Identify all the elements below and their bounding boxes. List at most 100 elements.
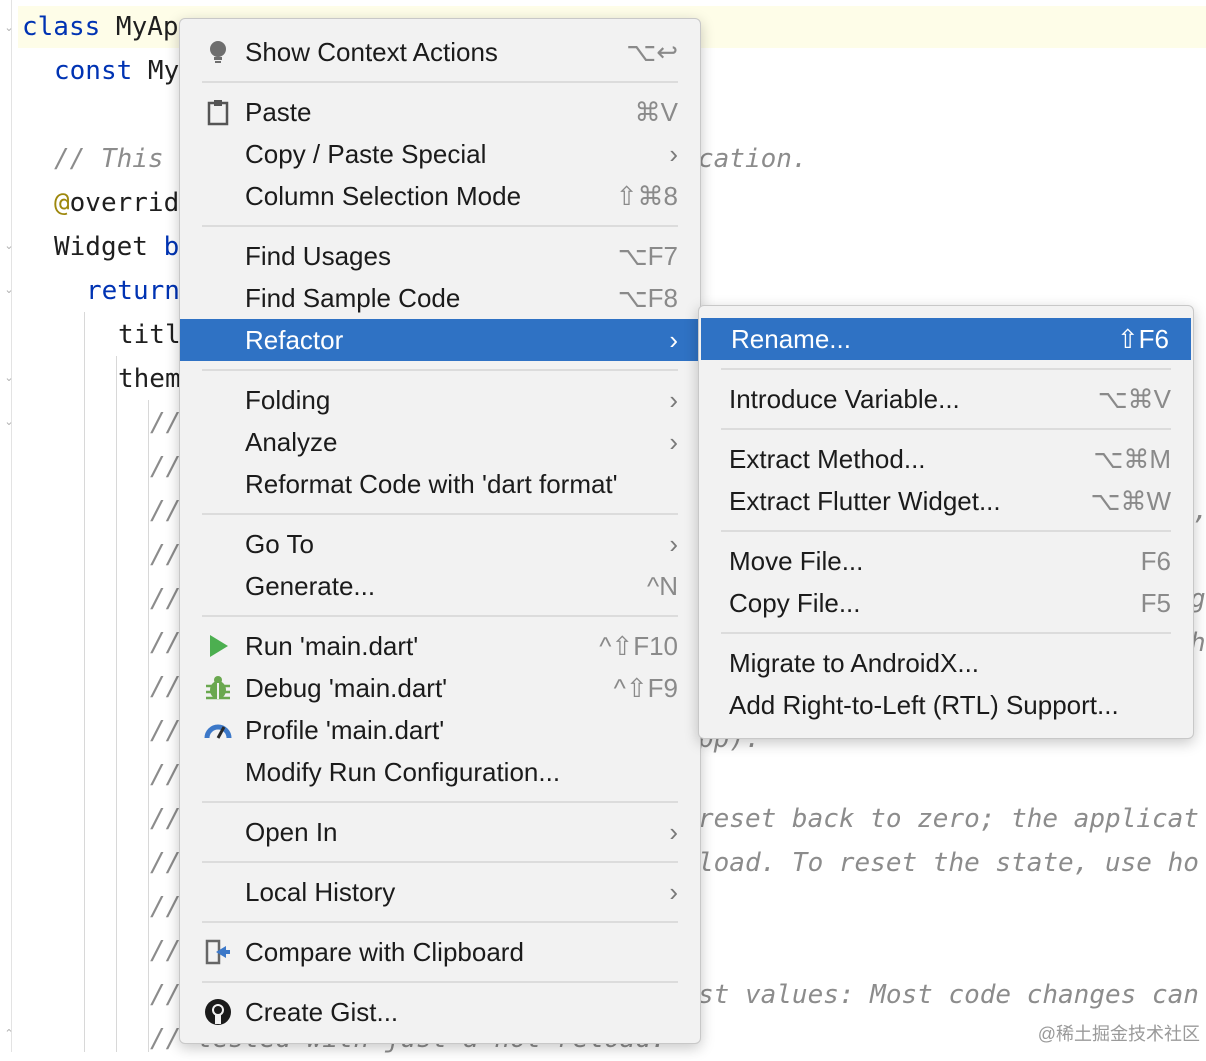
code-line: class MyAp	[22, 12, 179, 42]
menu-item-shortcut: ⇧F6	[1116, 324, 1169, 354]
chevron-right-icon: ›	[669, 877, 678, 907]
menu-item-label: Paste	[245, 97, 312, 127]
fold-icon[interactable]: ⌄	[3, 372, 15, 384]
menu-item-run[interactable]: Run 'main.dart' ^⇧F10	[180, 625, 700, 667]
menu-item-create-gist[interactable]: Create Gist...	[180, 991, 700, 1033]
menu-item-show-context-actions[interactable]: Show Context Actions ⌥↩	[180, 31, 700, 73]
fold-icon[interactable]: ⌄	[3, 240, 15, 252]
menu-item-local-history[interactable]: Local History ›	[180, 871, 700, 913]
code-comment: //	[150, 716, 182, 746]
menu-separator	[202, 225, 678, 227]
chevron-right-icon: ›	[669, 817, 678, 847]
menu-item-label: Extract Method...	[729, 444, 926, 474]
menu-item-label: Profile 'main.dart'	[245, 715, 445, 745]
menu-item-label: Show Context Actions	[245, 37, 498, 67]
menu-item-shortcut: ⌥F7	[617, 241, 678, 271]
fold-icon[interactable]: ⌃	[3, 1028, 15, 1040]
menu-item-go-to[interactable]: Go To ›	[180, 523, 700, 565]
run-icon	[210, 635, 228, 657]
code-comment-fragment: st values: Most code changes can	[698, 980, 1199, 1010]
refactor-submenu: Rename... ⇧F6 Introduce Variable... ⌥⌘V …	[698, 305, 1194, 739]
code-comment: //	[150, 408, 182, 438]
menu-item-debug[interactable]: Debug 'main.dart' ^⇧F9	[180, 667, 700, 709]
menu-item-label: Rename...	[731, 324, 851, 354]
menu-item-generate[interactable]: Generate... ^N	[180, 565, 700, 607]
menu-item-label: Reformat Code with 'dart format'	[245, 469, 618, 499]
menu-separator	[202, 981, 678, 983]
menu-item-label: Analyze	[245, 427, 338, 457]
chevron-right-icon: ›	[669, 325, 678, 355]
menu-item-shortcut: ⌥⌘V	[1097, 384, 1171, 414]
menu-item-shortcut: ⌥↩	[626, 37, 678, 67]
submenu-item-introduce-variable[interactable]: Introduce Variable... ⌥⌘V	[699, 378, 1193, 420]
code-line: Widget b	[54, 232, 180, 262]
menu-separator	[202, 861, 678, 863]
debug-icon	[206, 676, 230, 700]
menu-item-label: Compare with Clipboard	[245, 937, 524, 967]
menu-separator	[721, 632, 1171, 634]
menu-item-label: Run 'main.dart'	[245, 631, 419, 661]
menu-item-label: Move File...	[729, 546, 864, 576]
menu-item-modify-run-configuration[interactable]: Modify Run Configuration...	[180, 751, 700, 793]
menu-item-label: Generate...	[245, 571, 376, 601]
github-icon	[205, 999, 231, 1025]
code-comment: //	[150, 892, 182, 922]
menu-item-shortcut: ⌥⌘W	[1090, 486, 1171, 516]
editor-gutter: ⌄ ⌄ ⌄ ⌄ ⌄ ⌃	[0, 0, 18, 1052]
fold-icon[interactable]: ⌄	[3, 416, 15, 428]
code-line: them	[118, 364, 181, 394]
chevron-right-icon: ›	[669, 427, 678, 457]
menu-item-label: Modify Run Configuration...	[245, 757, 561, 787]
menu-item-shortcut: ⌘V	[634, 97, 678, 127]
submenu-item-add-rtl-support[interactable]: Add Right-to-Left (RTL) Support...	[699, 684, 1193, 726]
chevron-right-icon: ›	[669, 385, 678, 415]
menu-item-label: Go To	[245, 529, 314, 559]
submenu-item-migrate-androidx[interactable]: Migrate to AndroidX...	[699, 642, 1193, 684]
code-comment: // This	[54, 144, 164, 174]
submenu-item-extract-flutter-widget[interactable]: Extract Flutter Widget... ⌥⌘W	[699, 480, 1193, 522]
menu-item-open-in[interactable]: Open In ›	[180, 811, 700, 853]
code-comment-fragment: reset back to zero; the applicat	[698, 804, 1199, 834]
menu-item-label: Introduce Variable...	[729, 384, 960, 414]
code-line: return	[86, 276, 180, 306]
submenu-item-extract-method[interactable]: Extract Method... ⌥⌘M	[699, 438, 1193, 480]
indent-guide	[148, 400, 149, 1052]
menu-item-reformat-code[interactable]: Reformat Code with 'dart format'	[180, 463, 700, 505]
menu-item-paste[interactable]: Paste ⌘V	[180, 91, 700, 133]
code-comment-fragment: load. To reset the state, use ho	[698, 848, 1199, 878]
menu-item-label: Migrate to AndroidX...	[729, 648, 980, 678]
code-comment: //	[150, 584, 182, 614]
menu-item-analyze[interactable]: Analyze ›	[180, 421, 700, 463]
code-comment: //	[150, 452, 182, 482]
menu-item-shortcut: F6	[1140, 546, 1171, 576]
editor-context-menu: Show Context Actions ⌥↩ Paste ⌘V Copy / …	[179, 18, 701, 1044]
bulb-icon	[210, 41, 226, 63]
menu-item-label: Refactor	[245, 325, 344, 355]
menu-item-refactor[interactable]: Refactor ›	[180, 319, 700, 361]
code-comment: //	[150, 848, 182, 878]
submenu-item-copy-file[interactable]: Copy File... F5	[699, 582, 1193, 624]
menu-item-folding[interactable]: Folding ›	[180, 379, 700, 421]
code-line: @overrid	[54, 188, 180, 218]
menu-item-copy-paste-special[interactable]: Copy / Paste Special ›	[180, 133, 700, 175]
code-comment: //	[150, 672, 182, 702]
submenu-item-rename[interactable]: Rename... ⇧F6	[701, 318, 1191, 360]
menu-item-shortcut: F5	[1140, 588, 1171, 618]
menu-item-find-sample-code[interactable]: Find Sample Code ⌥F8	[180, 277, 700, 319]
menu-item-shortcut: ^N	[647, 571, 678, 601]
menu-item-label: Folding	[245, 385, 331, 415]
fold-icon[interactable]: ⌄	[3, 284, 15, 296]
menu-item-label: Create Gist...	[245, 997, 399, 1027]
menu-item-find-usages[interactable]: Find Usages ⌥F7	[180, 235, 700, 277]
menu-item-compare-with-clipboard[interactable]: Compare with Clipboard	[180, 931, 700, 973]
code-comment-fragment: ,	[1193, 489, 1206, 533]
menu-item-label: Add Right-to-Left (RTL) Support...	[729, 690, 1119, 720]
code-comment: //	[150, 496, 182, 526]
fold-icon[interactable]: ⌄	[3, 22, 15, 34]
menu-item-column-selection-mode[interactable]: Column Selection Mode ⇧⌘8	[180, 175, 700, 217]
profile-icon	[204, 724, 232, 739]
submenu-item-move-file[interactable]: Move File... F6	[699, 540, 1193, 582]
menu-item-profile[interactable]: Profile 'main.dart'	[180, 709, 700, 751]
menu-item-label: Column Selection Mode	[245, 181, 522, 211]
chevron-right-icon: ›	[669, 529, 678, 559]
